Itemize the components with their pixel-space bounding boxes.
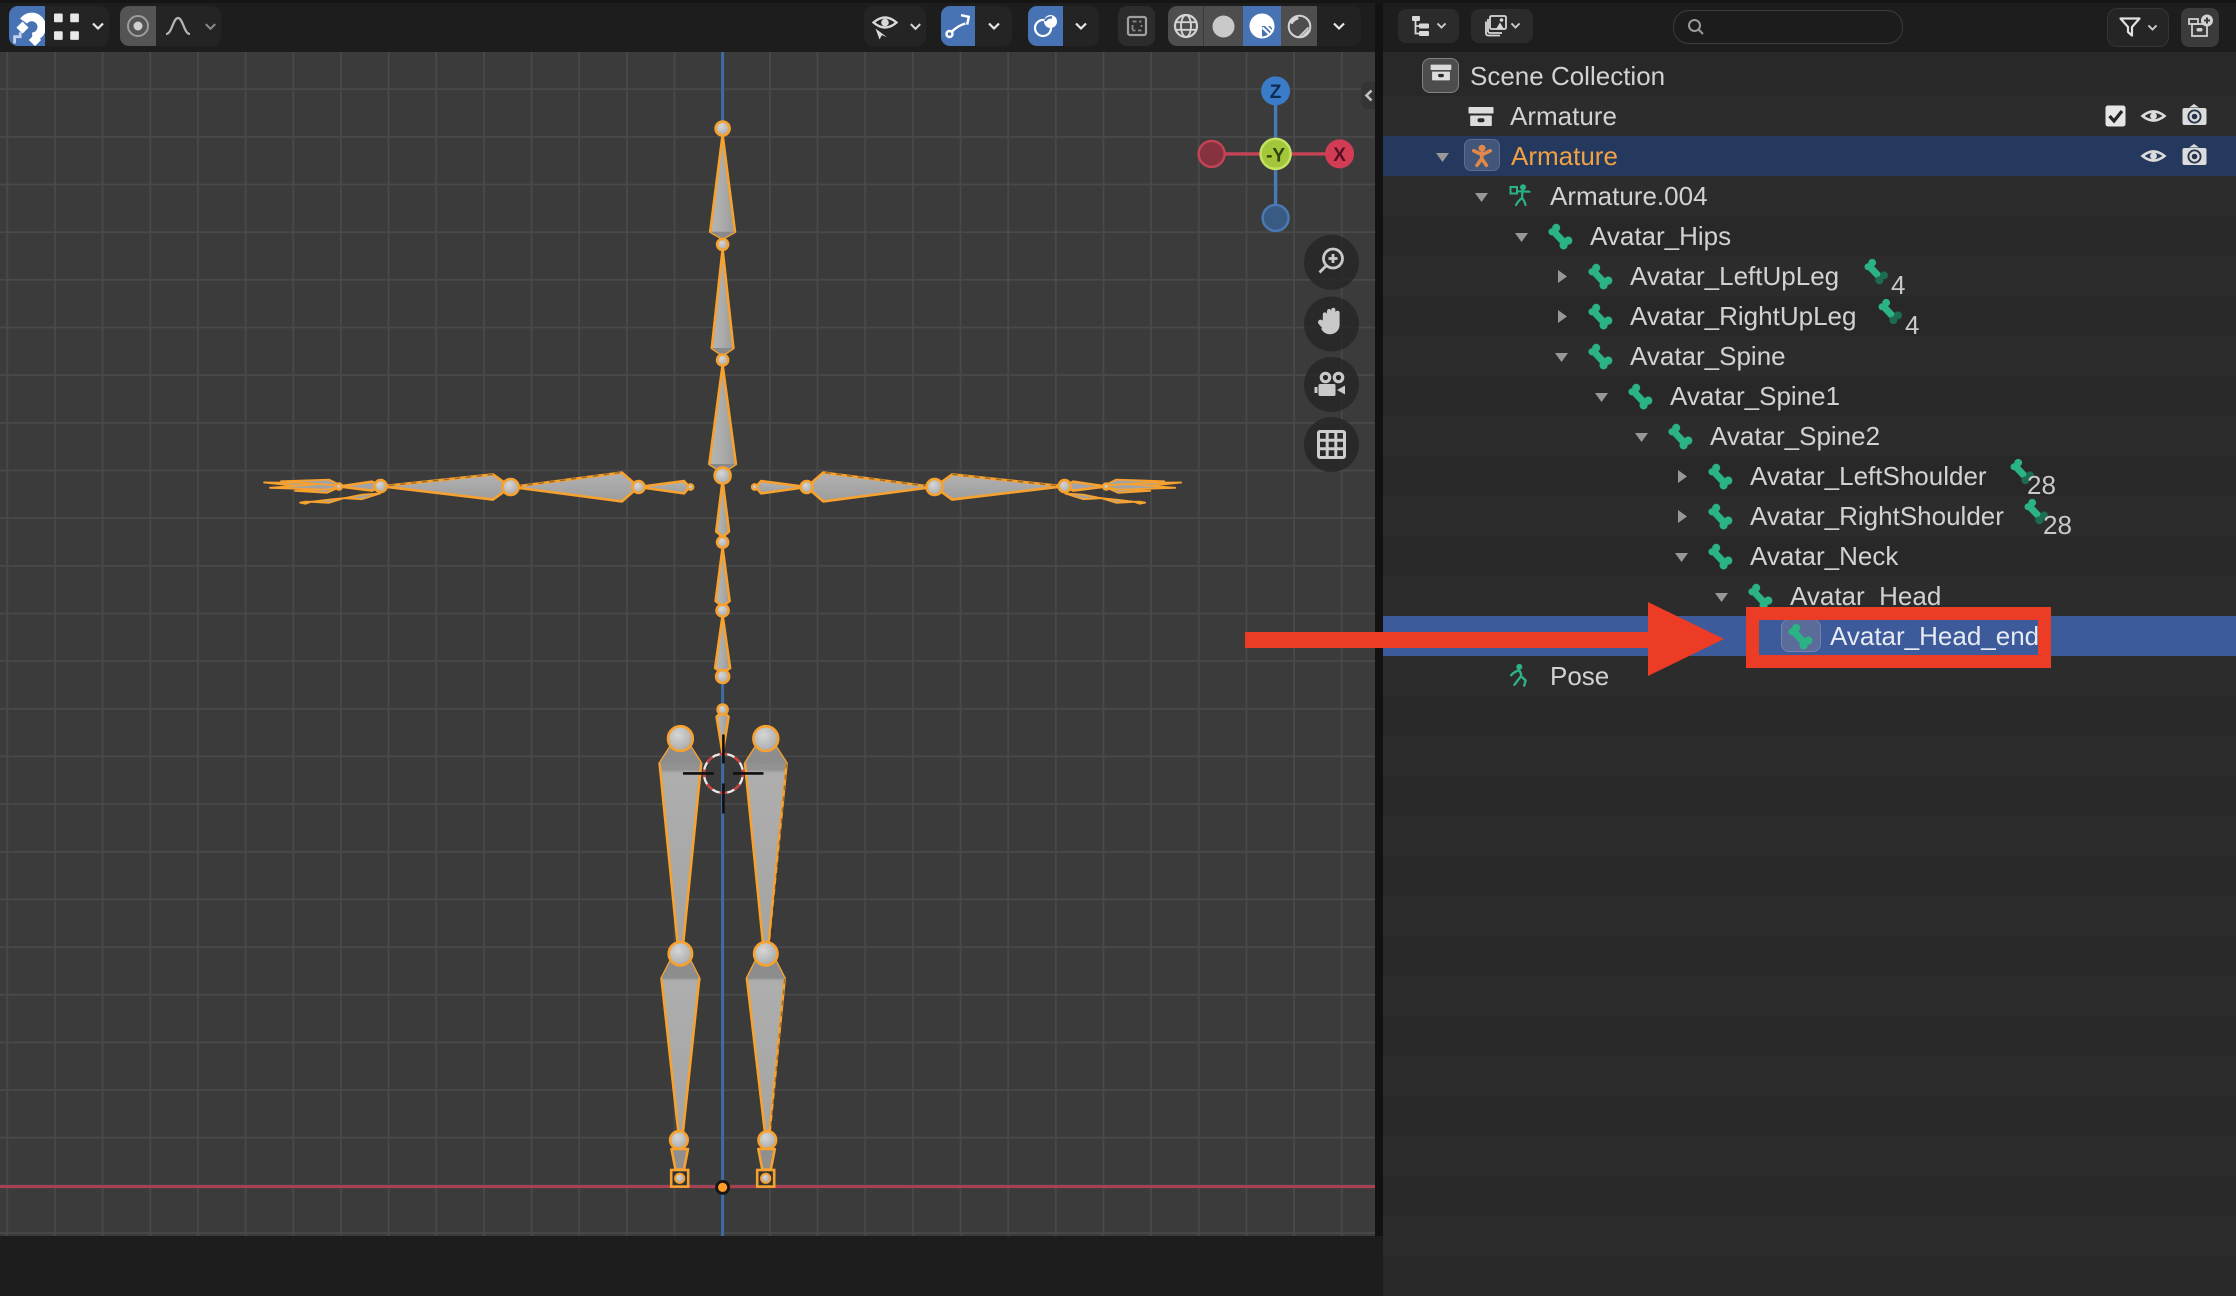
svg-text:X: X: [1333, 145, 1346, 166]
svg-text:Z: Z: [1270, 82, 1282, 103]
svg-text:-Y: -Y: [1266, 146, 1285, 167]
